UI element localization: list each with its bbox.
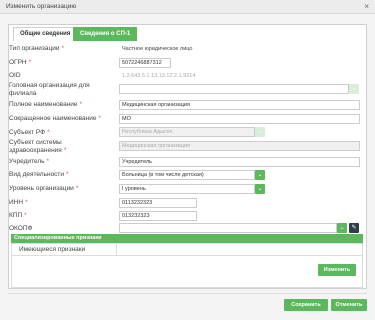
features-column-header: Имеющиеся признаки [19, 246, 86, 253]
subject-select: Республика Адыгея [119, 127, 255, 137]
edit-features-button[interactable]: Изменить [318, 264, 356, 276]
features-table-header: Имеющиеся признаки [11, 243, 363, 256]
founder-label: Учредитель * [9, 158, 50, 165]
close-icon[interactable]: × [364, 2, 369, 12]
org-type-label: Тип организации * [9, 45, 65, 52]
founder-field[interactable]: Учредитель [119, 157, 360, 167]
health-system-select: Медицинская организация [119, 141, 360, 151]
inn-field[interactable]: 0113232323 [119, 198, 197, 208]
subject-label: Субъект РФ * [9, 129, 50, 136]
short-name-field[interactable]: МО [119, 114, 360, 124]
kpp-field[interactable]: 013232323 [119, 211, 197, 221]
inn-label: ИНН * [9, 199, 28, 206]
chevron-down-icon[interactable]: ⌄ [255, 184, 265, 194]
chevron-down-icon: ⌄ [255, 127, 265, 137]
window-title: Изменить организацию [6, 3, 77, 10]
chevron-down-icon[interactable]: ⌄ [337, 223, 347, 233]
features-table-body [11, 256, 363, 288]
window-titlebar: Изменить организацию × [0, 0, 375, 14]
tab-bar: Общие сведения Сведения о СП-1 [9, 25, 366, 41]
activity-label: Вид деятельности * [9, 171, 69, 178]
head-org-select[interactable] [119, 84, 349, 94]
level-label: Уровень организации * [9, 185, 79, 192]
chevron-down-icon[interactable]: ⌄ [349, 84, 359, 94]
tab-general-info[interactable]: Общие сведения [13, 27, 78, 41]
full-name-field[interactable]: Медицинская организация [119, 100, 360, 110]
cancel-button[interactable]: Отменить [331, 299, 367, 311]
full-name-label: Полное наименование * [9, 101, 83, 108]
kpp-label: КПП * [9, 212, 27, 219]
oid-value: 1.2.643.5.1.13.13.12.2.1.9214 [122, 73, 196, 79]
health-system-label: Субъект системы здравоохранения * [9, 139, 67, 154]
footer-divider [8, 293, 367, 294]
save-button[interactable]: Сохранить [284, 299, 328, 311]
activity-select[interactable]: Больница (в том числе детская) [119, 170, 255, 180]
short-name-label: Сокращенное наименование * [9, 115, 101, 122]
okopf-label: ОКОПФ [9, 225, 33, 232]
tab-sp1-info[interactable]: Сведения о СП-1 [73, 27, 138, 41]
okopf-select[interactable] [119, 223, 337, 233]
oid-label: OID [9, 72, 21, 79]
org-type-value: Частное юридическое лицо [122, 46, 193, 52]
column-divider [116, 244, 117, 255]
chevron-down-icon[interactable]: ⌄ [255, 170, 265, 180]
features-section-header: Специализированные признаки [11, 234, 363, 243]
ogrn-label: ОГРН * [9, 59, 32, 66]
head-org-label: Головная организация для филиала [9, 82, 90, 97]
level-select[interactable]: I уровень [119, 184, 255, 194]
ogrn-field[interactable]: 5072246887312 [119, 58, 171, 68]
eraser-icon[interactable]: ✎ [349, 223, 359, 233]
